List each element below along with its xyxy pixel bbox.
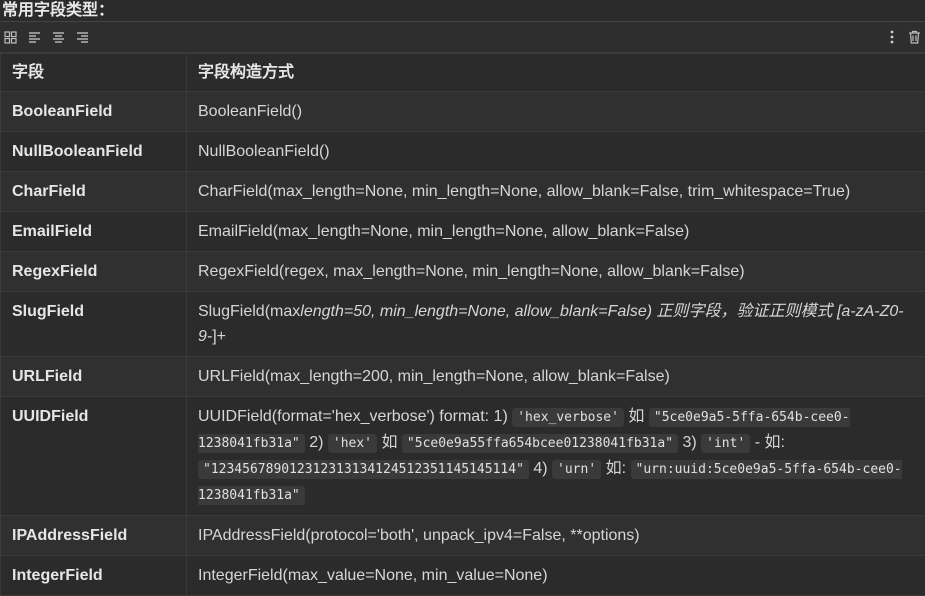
table-grid-icon[interactable] bbox=[3, 30, 17, 44]
field-name: CharField bbox=[1, 172, 187, 212]
inline-code: "5ce0e9a55ffa654bcee01238041fb31a" bbox=[402, 434, 678, 453]
table-header-row: 字段 字段构造方式 bbox=[1, 54, 925, 92]
inline-code: "123456789012312313134124512351145145114… bbox=[198, 460, 529, 479]
align-right-icon[interactable] bbox=[75, 30, 89, 44]
table-row: URLField URLField(max_length=200, min_le… bbox=[1, 357, 925, 397]
constructor-text: 如 bbox=[377, 434, 402, 451]
constructor-text-italic: length=50, min_length=None, allow_blank=… bbox=[198, 303, 904, 345]
table-row: SlugField SlugField(maxlength=50, min_le… bbox=[1, 292, 925, 357]
field-constructor: RegexField(regex, max_length=None, min_l… bbox=[187, 252, 925, 292]
constructor-text: UUIDField(format='hex_verbose') format: … bbox=[198, 408, 512, 425]
constructor-text: 4) bbox=[529, 460, 552, 477]
field-name: URLField bbox=[1, 357, 187, 397]
inline-code: 'urn' bbox=[552, 460, 601, 479]
table-row: BooleanField BooleanField() bbox=[1, 92, 925, 132]
field-constructor: CharField(max_length=None, min_length=No… bbox=[187, 172, 925, 212]
field-name: IPAddressField bbox=[1, 516, 187, 556]
constructor-text: ]+ bbox=[212, 328, 226, 345]
constructor-text: SlugField(max bbox=[198, 303, 300, 320]
constructor-text: 如 bbox=[624, 408, 649, 425]
field-constructor: IPAddressField(protocol='both', unpack_i… bbox=[187, 516, 925, 556]
more-vertical-icon[interactable] bbox=[885, 30, 899, 44]
field-constructor: NullBooleanField() bbox=[187, 132, 925, 172]
trash-icon[interactable] bbox=[907, 30, 921, 44]
section-heading: 常用字段类型： bbox=[0, 0, 925, 22]
align-left-icon[interactable] bbox=[27, 30, 41, 44]
field-types-table: 字段 字段构造方式 BooleanField BooleanField() Nu… bbox=[0, 53, 925, 596]
field-name: EmailField bbox=[1, 212, 187, 252]
field-constructor: EmailField(max_length=None, min_length=N… bbox=[187, 212, 925, 252]
header-field: 字段 bbox=[1, 54, 187, 92]
field-constructor: UUIDField(format='hex_verbose') format: … bbox=[187, 397, 925, 516]
field-name: NullBooleanField bbox=[1, 132, 187, 172]
constructor-text: 2) bbox=[305, 434, 328, 451]
inline-code: 'hex' bbox=[328, 434, 377, 453]
table-row: EmailField EmailField(max_length=None, m… bbox=[1, 212, 925, 252]
field-name: RegexField bbox=[1, 252, 187, 292]
align-center-icon[interactable] bbox=[51, 30, 65, 44]
field-constructor: IntegerField(max_value=None, min_value=N… bbox=[187, 556, 925, 596]
header-constructor: 字段构造方式 bbox=[187, 54, 925, 92]
field-name: UUIDField bbox=[1, 397, 187, 516]
field-constructor: SlugField(maxlength=50, min_length=None,… bbox=[187, 292, 925, 357]
table-row: UUIDField UUIDField(format='hex_verbose'… bbox=[1, 397, 925, 516]
constructor-text: 3) bbox=[678, 434, 701, 451]
table-row: IntegerField IntegerField(max_value=None… bbox=[1, 556, 925, 596]
inline-code: 'int' bbox=[701, 434, 750, 453]
field-constructor: URLField(max_length=200, min_length=None… bbox=[187, 357, 925, 397]
table-row: NullBooleanField NullBooleanField() bbox=[1, 132, 925, 172]
inline-code: 'hex_verbose' bbox=[512, 408, 624, 427]
table-row: CharField CharField(max_length=None, min… bbox=[1, 172, 925, 212]
table-row: RegexField RegexField(regex, max_length=… bbox=[1, 252, 925, 292]
field-constructor: BooleanField() bbox=[187, 92, 925, 132]
field-name: SlugField bbox=[1, 292, 187, 357]
table-toolbar bbox=[0, 22, 925, 53]
field-name: IntegerField bbox=[1, 556, 187, 596]
constructor-text: 如: bbox=[601, 460, 630, 477]
field-name: BooleanField bbox=[1, 92, 187, 132]
constructor-text: - 如: bbox=[750, 434, 785, 451]
table-row: IPAddressField IPAddressField(protocol='… bbox=[1, 516, 925, 556]
